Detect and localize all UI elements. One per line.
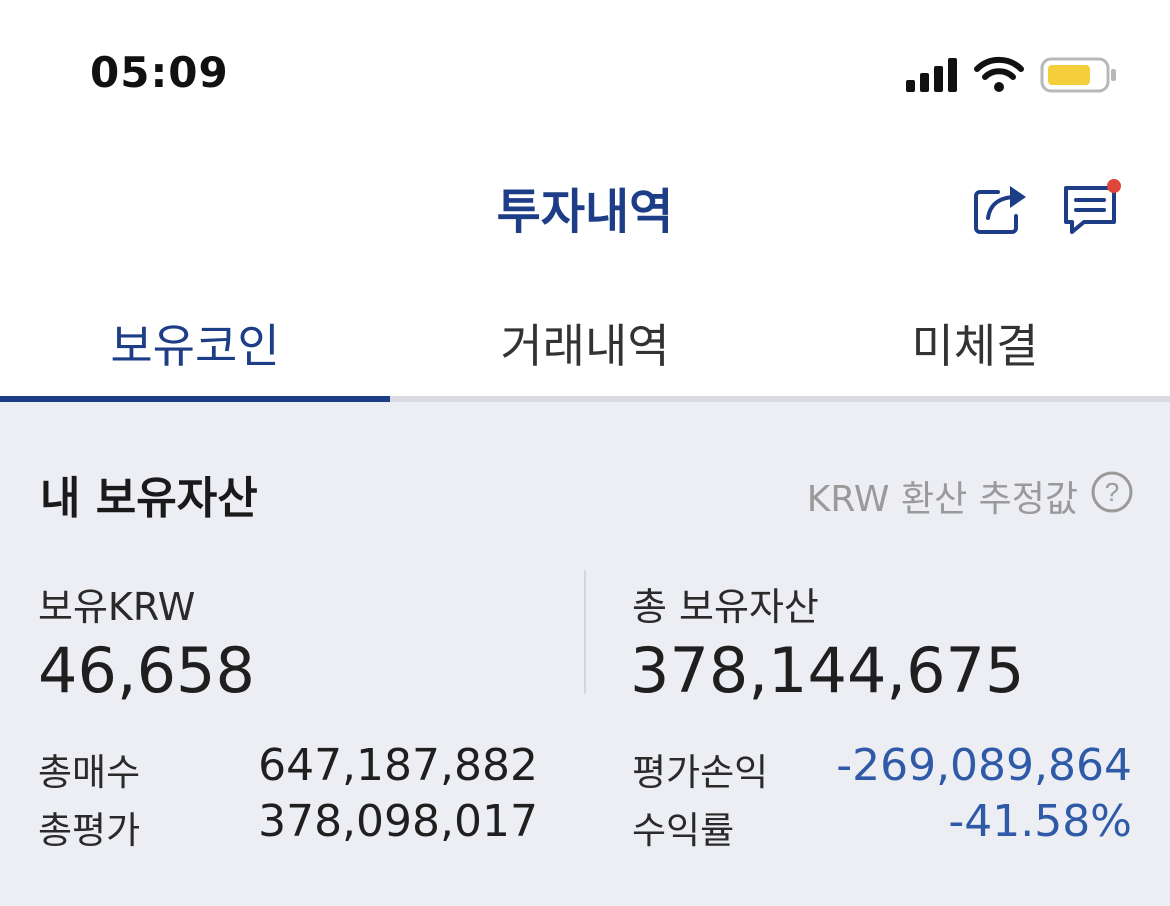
tab-bar: 보유코인 거래내역 미체결: [0, 300, 1170, 398]
total-assets-value: 378,144,675: [630, 634, 1025, 707]
battery-icon: [1040, 57, 1116, 93]
share-icon[interactable]: [972, 178, 1032, 238]
cellular-signal-icon: [906, 58, 957, 92]
krw-estimate-note: KRW 환산 추정값: [806, 479, 1078, 520]
chat-icon[interactable]: [1060, 176, 1124, 240]
column-divider: [584, 570, 586, 694]
total-eval-value: 378,098,017: [258, 796, 538, 847]
tab-trade-history[interactable]: 거래내역: [390, 300, 780, 398]
notification-dot: [1107, 179, 1121, 193]
total-buy-label: 총매수: [38, 751, 141, 794]
profit-loss-value: -269,089,864: [836, 740, 1132, 791]
wifi-icon: [974, 56, 1024, 92]
tab-holdings[interactable]: 보유코인: [0, 300, 390, 398]
svg-text:?: ?: [1105, 477, 1119, 507]
total-eval-label: 총평가: [38, 809, 141, 852]
assets-title: 내 보유자산: [40, 473, 258, 524]
return-rate-label: 수익률: [632, 809, 735, 852]
active-tab-indicator: [0, 396, 390, 402]
total-buy-value: 647,187,882: [258, 740, 538, 791]
status-time: 05:09: [90, 48, 229, 97]
tab-open-orders[interactable]: 미체결: [780, 300, 1170, 398]
help-icon[interactable]: ?: [1090, 470, 1134, 514]
top-area: 05:09 투자내역 보유코인 거래내역 미체결: [0, 0, 1170, 402]
return-rate-value: -41.58%: [948, 796, 1132, 847]
profit-loss-label: 평가손익: [632, 751, 769, 794]
krw-balance-value: 46,658: [38, 634, 255, 707]
krw-balance-label: 보유KRW: [38, 585, 196, 629]
total-assets-label: 총 보유자산: [632, 585, 819, 629]
